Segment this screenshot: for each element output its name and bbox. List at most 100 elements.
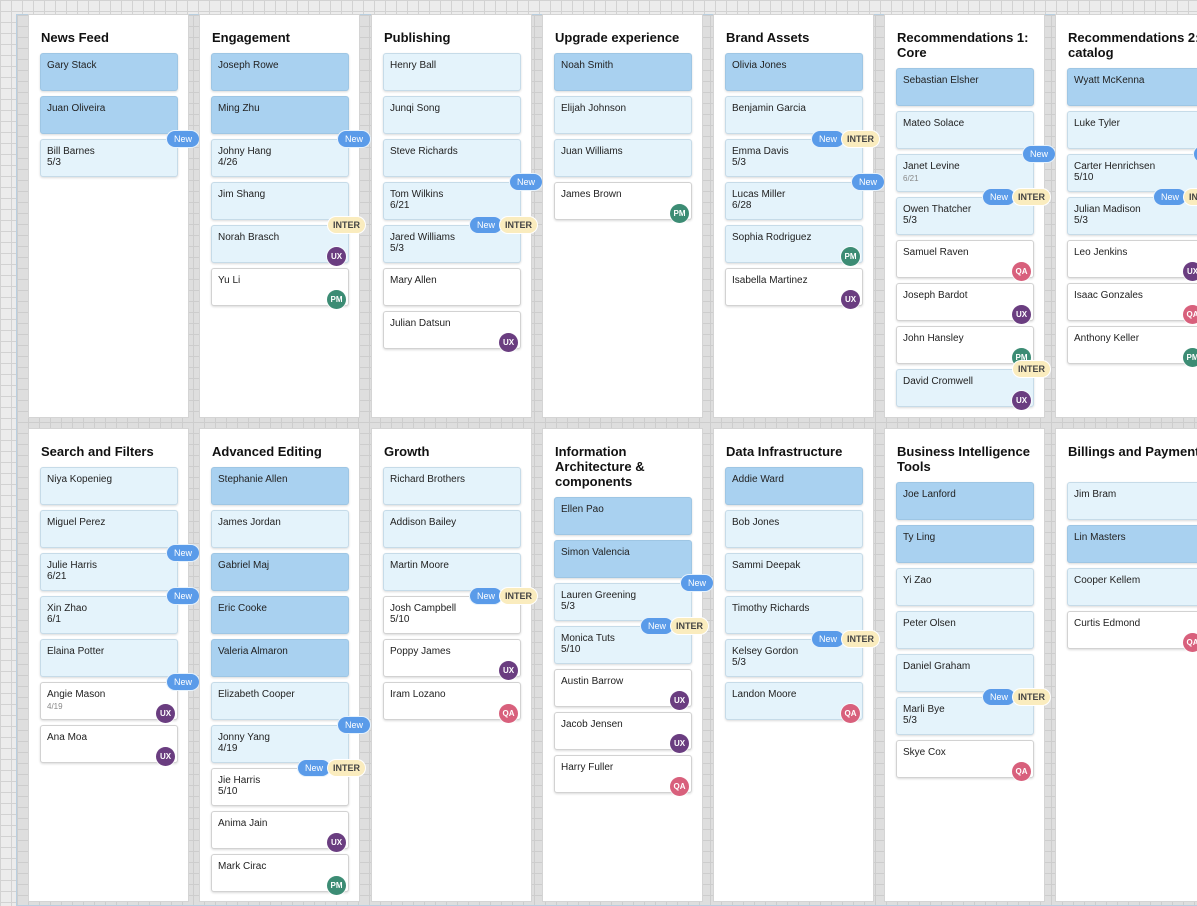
card-name: Joseph Bardot xyxy=(903,290,968,301)
person-card[interactable]: Sebastian Elsher xyxy=(896,68,1034,106)
person-card[interactable]: Wyatt McKenna xyxy=(1067,68,1197,106)
person-card[interactable]: Valeria Almaron xyxy=(211,639,349,677)
person-card[interactable]: Joseph Rowe xyxy=(211,53,349,91)
person-card[interactable]: Lin Masters xyxy=(1067,525,1197,563)
person-card[interactable]: Luke Tyler xyxy=(1067,111,1197,149)
person-card[interactable]: Leo Jenkins xyxy=(1067,240,1197,278)
column-title[interactable]: News Feed xyxy=(41,30,186,45)
person-card[interactable]: Joe Lanford xyxy=(896,482,1034,520)
person-card[interactable]: Jim Bram xyxy=(1067,482,1197,520)
card-name: Norah Brasch xyxy=(218,232,280,243)
person-card[interactable]: Xin Zhao 6/1 xyxy=(40,596,178,634)
card-name: Landon Moore xyxy=(732,689,797,700)
column-title[interactable]: Brand Assets xyxy=(726,30,871,45)
column-title[interactable]: Advanced Editing xyxy=(212,444,357,459)
person-card[interactable]: Lauren Greening 5/3 xyxy=(554,583,692,621)
person-card[interactable]: Jim Shang xyxy=(211,182,349,220)
person-card[interactable]: Tom Wilkins 6/21 xyxy=(383,182,521,220)
person-card[interactable]: Juan Oliveira xyxy=(40,96,178,134)
column-title[interactable]: Business Intelligence Tools xyxy=(897,444,1042,474)
person-card[interactable]: Anthony Keller xyxy=(1067,326,1197,364)
card-name: Junqi Song xyxy=(390,103,441,114)
person-card[interactable]: James Jordan xyxy=(211,510,349,548)
card-name: Jim Bram xyxy=(1074,489,1117,500)
person-card[interactable]: Ming Zhu xyxy=(211,96,349,134)
person-card[interactable]: Miguel Perez xyxy=(40,510,178,548)
person-card[interactable]: Ellen Pao xyxy=(554,497,692,535)
person-card[interactable]: Gary Stack xyxy=(40,53,178,91)
column-title[interactable]: Recommendations 2: catalog xyxy=(1068,30,1197,60)
person-card[interactable]: Henry Ball xyxy=(383,53,521,91)
person-card[interactable]: Monica Tuts 5/10 xyxy=(554,626,692,664)
card-name: Kelsey Gordon xyxy=(732,646,799,657)
person-card[interactable]: Kelsey Gordon 5/3 xyxy=(725,639,863,677)
card-name: Miguel Perez xyxy=(47,517,106,528)
card-name: Poppy James xyxy=(390,646,451,657)
person-card[interactable]: Peter Olsen xyxy=(896,611,1034,649)
card-name: Tom Wilkins xyxy=(390,189,444,200)
person-card[interactable]: Niya Kopenieg xyxy=(40,467,178,505)
person-card[interactable]: Owen Thatcher 5/3 xyxy=(896,197,1034,235)
column-title[interactable]: Data Infrastructure xyxy=(726,444,871,459)
inter-tag: INTER xyxy=(1013,189,1050,205)
card-name: Addie Ward xyxy=(732,474,784,485)
card-name: Leo Jenkins xyxy=(1074,247,1128,258)
column-title[interactable]: Growth xyxy=(384,444,529,459)
person-card[interactable]: Eric Cooke xyxy=(211,596,349,634)
role-badge-qa: QA xyxy=(841,704,860,723)
person-card[interactable]: Emma Davis 5/3 xyxy=(725,139,863,177)
person-card[interactable]: Janet Levine 6/21 xyxy=(896,154,1034,192)
card-name: Wyatt McKenna xyxy=(1074,75,1145,86)
person-card[interactable]: Noah Smith xyxy=(554,53,692,91)
person-card[interactable]: Bob Jones xyxy=(725,510,863,548)
card-name: Sebastian Elsher xyxy=(903,75,979,86)
person-card[interactable]: Jonny Yang 4/19 xyxy=(211,725,349,763)
person-card[interactable]: Martin Moore xyxy=(383,553,521,591)
card-name: Yu Li xyxy=(218,275,241,286)
person-card[interactable]: Elizabeth Cooper xyxy=(211,682,349,720)
column-title[interactable]: Upgrade experience xyxy=(555,30,700,45)
person-card[interactable]: Olivia Jones xyxy=(725,53,863,91)
person-card[interactable]: Sammi Deepak xyxy=(725,553,863,591)
card-date: 6/1 xyxy=(47,614,61,625)
person-card[interactable]: Jie Harris 5/10 xyxy=(211,768,349,806)
column-title[interactable]: Search and Filters xyxy=(41,444,186,459)
person-card[interactable]: Marli Bye 5/3 xyxy=(896,697,1034,735)
column-title[interactable]: Billings and Payments xyxy=(1068,444,1197,459)
person-card[interactable]: Lucas Miller 6/28 xyxy=(725,182,863,220)
person-card[interactable]: Ty Ling xyxy=(896,525,1034,563)
card-name: Ty Ling xyxy=(903,532,936,543)
new-tag: New xyxy=(1154,189,1187,205)
column-title[interactable]: Engagement xyxy=(212,30,357,45)
person-card[interactable]: Mary Allen xyxy=(383,268,521,306)
person-card[interactable]: Junqi Song xyxy=(383,96,521,134)
column-title[interactable]: Information Architecture & components xyxy=(555,444,700,489)
person-card[interactable]: Richard Brothers xyxy=(383,467,521,505)
person-card[interactable]: Cooper Kellem xyxy=(1067,568,1197,606)
person-card[interactable]: Julie Harris 6/21 xyxy=(40,553,178,591)
person-card[interactable]: Josh Campbell 5/10 xyxy=(383,596,521,634)
person-card[interactable]: Yi Zao xyxy=(896,568,1034,606)
person-card[interactable]: Curtis Edmond xyxy=(1067,611,1197,649)
column-title[interactable]: Recommendations 1: Core xyxy=(897,30,1042,60)
person-card[interactable]: Benjamin Garcia xyxy=(725,96,863,134)
person-card[interactable]: Elaina Potter xyxy=(40,639,178,677)
card-name: Julie Harris xyxy=(47,560,98,571)
column-title[interactable]: Publishing xyxy=(384,30,529,45)
person-card[interactable]: Isaac Gonzales xyxy=(1067,283,1197,321)
person-card[interactable]: Addison Bailey xyxy=(383,510,521,548)
person-card[interactable]: Elijah Johnson xyxy=(554,96,692,134)
person-card[interactable]: Juan Williams xyxy=(554,139,692,177)
person-card[interactable]: Mateo Solace xyxy=(896,111,1034,149)
person-card[interactable]: Daniel Graham xyxy=(896,654,1034,692)
person-card[interactable]: Carter Henrichsen 5/10 xyxy=(1067,154,1197,192)
person-card[interactable]: Jared Williams 5/3 xyxy=(383,225,521,263)
person-card[interactable]: Bill Barnes 5/3 xyxy=(40,139,178,177)
person-card[interactable]: Steve Richards xyxy=(383,139,521,177)
person-card[interactable]: Gabriel Maj xyxy=(211,553,349,591)
person-card[interactable]: Timothy Richards xyxy=(725,596,863,634)
person-card[interactable]: Simon Valencia xyxy=(554,540,692,578)
person-card[interactable]: Stephanie Allen xyxy=(211,467,349,505)
person-card[interactable]: Johny Hang 4/26 xyxy=(211,139,349,177)
person-card[interactable]: Addie Ward xyxy=(725,467,863,505)
